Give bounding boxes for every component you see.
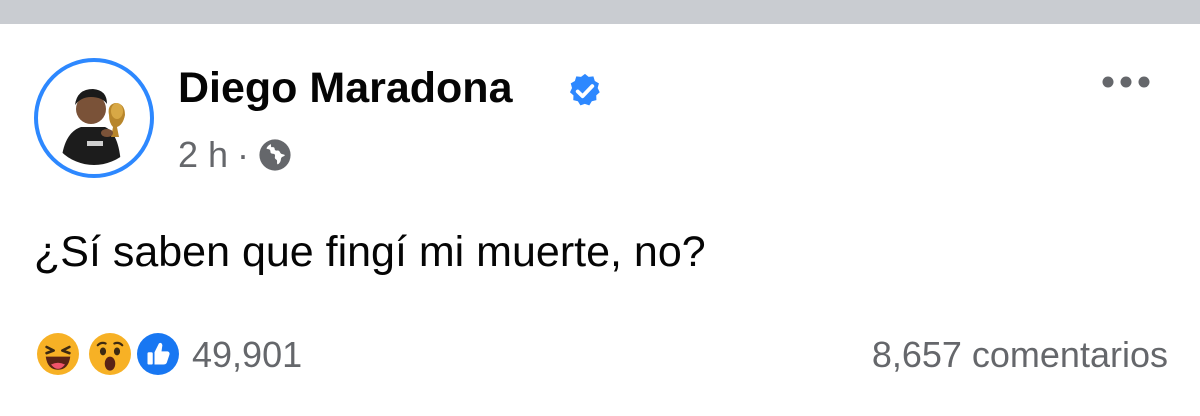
like-reaction-icon: [134, 330, 182, 378]
profile-photo: [47, 71, 141, 165]
globe-icon[interactable]: [258, 138, 292, 172]
comments-count[interactable]: 8,657 comentarios: [872, 334, 1168, 376]
post-text: ¿Sí saben que fingí mi muerte, no?: [34, 228, 706, 276]
more-options-icon[interactable]: [1100, 70, 1152, 94]
verified-badge-icon: [569, 73, 600, 106]
post-time[interactable]: 2 h: [178, 134, 228, 176]
post-meta: 2 h ·: [178, 134, 292, 176]
avatar[interactable]: [34, 58, 154, 178]
reaction-count[interactable]: 49,901: [192, 334, 302, 376]
meta-separator: ·: [237, 134, 250, 175]
wow-reaction-icon: [86, 330, 134, 378]
top-bar: [0, 0, 1200, 24]
author-name[interactable]: Diego Maradona: [178, 64, 513, 113]
laugh-reaction-icon: [34, 330, 82, 378]
reaction-icons[interactable]: [34, 330, 184, 380]
